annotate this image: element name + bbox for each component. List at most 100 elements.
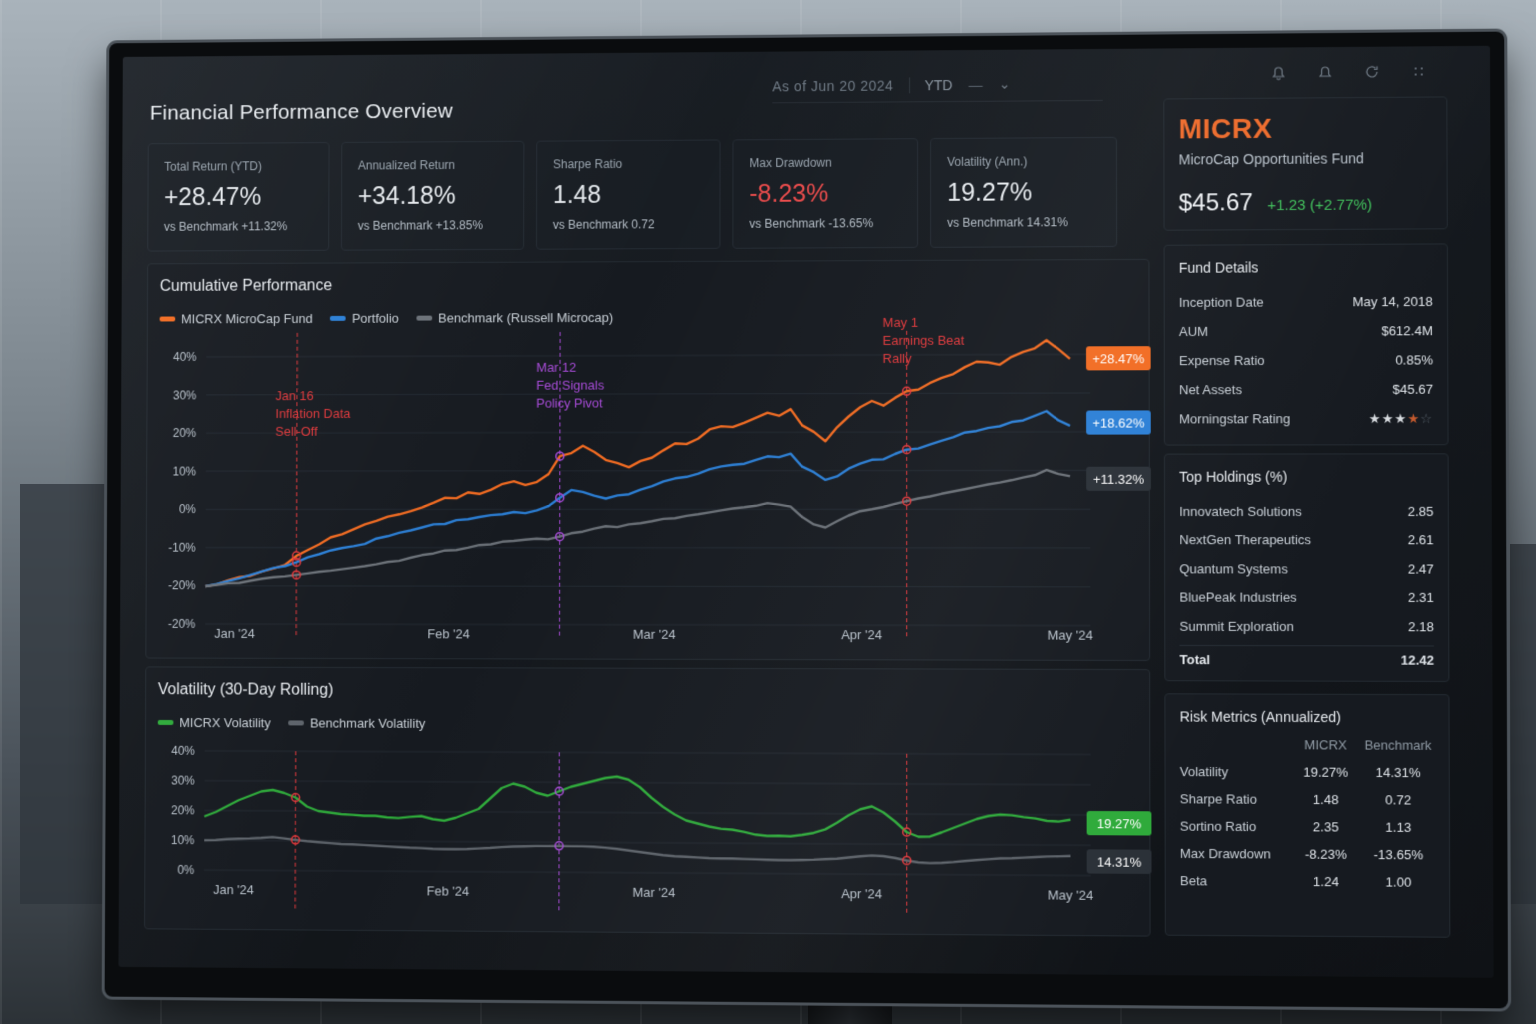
grid-line: [205, 751, 1091, 755]
detail-label: Morningstar Rating: [1179, 411, 1291, 427]
kpi-value: 19.27%: [947, 178, 1033, 207]
star-rating: ★★★★☆: [1369, 410, 1434, 426]
holding-weight: 2.31: [1407, 590, 1434, 606]
detail-row-inception: Inception Date May 14, 2018: [1179, 287, 1433, 317]
top-toolbar: As of Jun 20 2024 YTD — ⌄: [772, 66, 1103, 104]
fund-price: $45.67: [1178, 189, 1253, 217]
y-tick-label: 20%: [173, 426, 197, 440]
risk-metric-label: Sharpe Ratio: [1179, 791, 1257, 807]
y-tick-label: -20%: [168, 579, 196, 593]
annotation-label: Rally: [883, 351, 912, 366]
kpi-benchmark: vs Benchmark 0.72: [552, 217, 655, 232]
x-tick-label: Apr '24: [841, 886, 882, 901]
grid-line: [206, 393, 1090, 395]
x-tick-label: Jan '24: [213, 882, 254, 897]
risk-metric-fund: 1.24: [1313, 873, 1339, 890]
kpi-card-sharpe-ratio[interactable]: Sharpe Ratio 1.48 vs Benchmark 0.72: [535, 139, 721, 250]
kpi-card-total-return[interactable]: Total Return (YTD) +28.47% vs Benchmark …: [147, 142, 330, 252]
x-tick-label: May '24: [1048, 887, 1094, 903]
star-icon: ★: [1394, 410, 1408, 426]
holding-row[interactable]: Summit Exploration 2.18: [1179, 612, 1434, 641]
holding-row[interactable]: Innovatech Solutions 2.85: [1179, 497, 1433, 526]
holding-row[interactable]: NextGen Therapeutics 2.61: [1179, 526, 1433, 555]
y-tick-label: -10%: [168, 541, 196, 555]
holding-name: Summit Exploration: [1179, 618, 1294, 634]
grid-line: [204, 870, 1091, 876]
refresh-icon[interactable]: [1363, 63, 1381, 81]
x-tick-label: Feb '24: [427, 883, 469, 898]
holding-weight: 2.18: [1407, 618, 1434, 635]
volatility-chart[interactable]: 40% 30% 20% 10% 0% Jan '24 Feb '24 Mar '24 Apr '…: [145, 667, 1152, 937]
holding-total-label: Total: [1179, 651, 1211, 667]
kpi-card-max-drawdown[interactable]: Max Drawdown -8.23% vs Benchmark -13.65%: [732, 138, 919, 249]
volatility-panel: Volatility (30-Day Rolling) MICRX Volati…: [144, 666, 1152, 937]
kpi-label: Max Drawdown: [749, 155, 832, 171]
detail-label: AUM: [1178, 323, 1209, 340]
kpi-value: 1.48: [552, 180, 602, 209]
fund-details-panel: Fund Details Inception Date May 14, 2018 …: [1163, 243, 1449, 446]
cumulative-performance-panel: Cumulative Performance MICRX MicroCap Fu…: [145, 258, 1151, 662]
detail-value: $612.4M: [1381, 323, 1433, 339]
grid-line: [206, 432, 1090, 433]
detail-row-expense: Expense Ratio 0.85%: [1179, 345, 1433, 375]
end-value-label: +28.47%: [1086, 346, 1151, 371]
bell-icon[interactable]: [1269, 63, 1287, 81]
end-value-label: +18.62%: [1086, 410, 1151, 435]
section-title: Fund Details: [1178, 259, 1259, 276]
date-range-label[interactable]: As of Jun 20 2024: [772, 77, 893, 94]
annotation-label: Mar 12: [536, 360, 576, 375]
holding-name: NextGen Therapeutics: [1179, 532, 1312, 548]
x-tick-label: Mar '24: [633, 885, 676, 900]
kpi-label: Annualized Return: [357, 158, 456, 173]
holding-name: Quantum Systems: [1179, 561, 1288, 577]
kpi-label: Volatility (Ann.): [947, 154, 1028, 169]
background-building: [20, 484, 110, 904]
y-tick-label: 30%: [173, 388, 197, 402]
risk-col-header: Benchmark: [1364, 737, 1432, 753]
annotation-line: [296, 333, 297, 636]
detail-label: Net Assets: [1178, 382, 1242, 398]
holding-row[interactable]: BluePeak Industries 2.31: [1179, 583, 1433, 612]
y-tick-label: 40%: [173, 350, 197, 364]
monitor: Financial Performance Overview As of Jun…: [104, 31, 1509, 1009]
kpi-benchmark: vs Benchmark -13.65%: [749, 216, 874, 231]
end-label-text: +18.62%: [1092, 415, 1144, 430]
y-tick-label: 40%: [171, 744, 195, 758]
end-label-text: +11.32%: [1093, 472, 1144, 487]
cumulative-performance-chart[interactable]: 40% 30% 20% 10% 0% -10% -20% -20% Jan '24 Feb '24…: [146, 260, 1151, 662]
risk-header-blank: [1180, 737, 1290, 753]
risk-metric-fund: 1.48: [1312, 791, 1339, 808]
risk-table: MICRX Benchmark Volatility 19.27% 14.31%…: [1180, 737, 1435, 890]
detail-value: 0.85%: [1395, 352, 1433, 368]
annotation-label: Earnings Beat: [883, 333, 965, 348]
fund-ticker: MICRX: [1178, 112, 1273, 145]
end-label-text: +28.47%: [1092, 351, 1144, 366]
holding-row[interactable]: Quantum Systems 2.47: [1179, 554, 1433, 583]
kpi-card-annualized-return[interactable]: Annualized Return +34.18% vs Benchmark +…: [340, 140, 525, 251]
y-tick-label: 30%: [171, 773, 195, 787]
grid-line: [205, 586, 1090, 587]
detail-label: Expense Ratio: [1178, 352, 1265, 369]
grid-line: [206, 354, 1090, 357]
expand-icon[interactable]: [1410, 62, 1428, 80]
empty-star-icon: ☆: [1420, 410, 1434, 426]
end-value-label: +11.32%: [1086, 466, 1151, 491]
dashboard-screen: Financial Performance Overview As of Jun…: [118, 45, 1494, 978]
period-select[interactable]: YTD: [909, 76, 953, 93]
notification-icon[interactable]: [1316, 63, 1334, 81]
holding-name: Innovatech Solutions: [1179, 503, 1302, 519]
series-line-2: [205, 411, 1070, 587]
series-line-3: [205, 470, 1070, 587]
detail-value: May 14, 2018: [1352, 293, 1433, 310]
y-tick-label: 0%: [177, 863, 194, 877]
background-building: [1510, 544, 1536, 904]
detail-row-net-assets: Net Assets $45.67: [1179, 375, 1433, 405]
kpi-card-volatility[interactable]: Volatility (Ann.) 19.27% vs Benchmark 14…: [930, 136, 1118, 248]
chevron-down-icon[interactable]: ⌄: [999, 76, 1011, 93]
annotation-label: Jan 16: [275, 388, 313, 403]
x-tick-label: Jan '24: [214, 626, 255, 641]
annotation-label: Sell-Off: [275, 424, 318, 439]
risk-metric-label: Volatility: [1179, 763, 1229, 780]
risk-metric-benchmark: 14.31%: [1375, 764, 1421, 781]
holding-weight: 2.61: [1407, 532, 1434, 548]
